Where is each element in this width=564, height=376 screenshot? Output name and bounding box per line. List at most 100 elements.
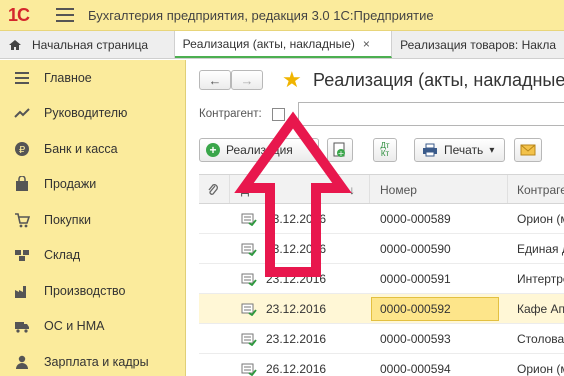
shopping-bag-icon xyxy=(16,176,28,192)
logo-text: 1С xyxy=(8,5,30,25)
sidebar: Главное Руководителю ₽ Банк и касса Прод… xyxy=(0,60,186,376)
column-divider xyxy=(369,175,370,203)
table-row[interactable]: 23.12.2016 0000-000589 Орион (м xyxy=(199,204,564,234)
plus-icon: + xyxy=(206,143,220,157)
factory-icon xyxy=(15,285,26,298)
favorite-star-icon[interactable]: ★ xyxy=(282,69,302,91)
tab-home[interactable]: Начальная страница xyxy=(0,31,175,58)
cell-counterparty: Орион (м xyxy=(517,212,564,226)
app-title: Бухгалтерия предприятия, редакция 3.0 1С… xyxy=(88,7,434,23)
cell-number: 0000-000591 xyxy=(380,272,451,286)
paperclip-icon[interactable] xyxy=(207,183,219,197)
posted-document-icon xyxy=(241,273,257,286)
chevron-down-icon: ▾ xyxy=(489,144,495,156)
sidebar-item-bank[interactable]: ₽ Банк и касса xyxy=(0,131,185,167)
close-icon[interactable]: × xyxy=(363,37,370,51)
arrow-left-icon: ← xyxy=(208,72,222,88)
sidebar-item-label: Продажи xyxy=(44,177,97,192)
table-row[interactable]: 23.12.2016 0000-000591 Интертрей xyxy=(199,264,564,294)
cell-counterparty: Интертрей xyxy=(517,272,564,286)
cell-counterparty: Орион (м xyxy=(517,362,564,376)
sidebar-item-label: ОС и НМА xyxy=(44,319,105,334)
person-icon xyxy=(16,355,28,369)
dt-kt-button[interactable]: Дт Кт xyxy=(373,138,397,162)
arrow-right-icon: → xyxy=(240,72,254,88)
posted-document-icon xyxy=(241,363,257,376)
sidebar-item-main[interactable]: Главное xyxy=(0,60,185,96)
trend-icon xyxy=(14,108,30,118)
sidebar-item-production[interactable]: Производство xyxy=(0,273,185,309)
table-header: Д ↓ Номер Контраген xyxy=(199,174,564,204)
envelope-icon xyxy=(520,144,536,156)
logo-1c-icon: 1С xyxy=(8,5,48,25)
email-button[interactable] xyxy=(514,138,542,162)
sidebar-item-label: Производство xyxy=(44,283,126,298)
sort-desc-icon[interactable]: ↓ xyxy=(349,183,355,197)
cell-counterparty: Единая д xyxy=(517,242,564,256)
column-header-date[interactable]: Д xyxy=(241,183,249,197)
tab-home-label: Начальная страница xyxy=(32,37,149,52)
svg-text:₽: ₽ xyxy=(19,145,26,156)
hamburger-menu-icon[interactable] xyxy=(56,8,74,22)
printer-icon xyxy=(423,143,437,157)
tab-bar: Начальная страница Реализация (акты, нак… xyxy=(0,31,564,59)
create-realization-label: Реализация xyxy=(226,143,293,157)
home-icon xyxy=(9,39,21,50)
menu-list-icon xyxy=(15,71,29,84)
sidebar-item-label: Склад xyxy=(44,248,81,263)
sidebar-item-sales[interactable]: Продажи xyxy=(0,167,185,203)
column-header-number[interactable]: Номер xyxy=(380,183,417,197)
copy-document-icon: + xyxy=(333,142,345,158)
ruble-coin-icon: ₽ xyxy=(15,141,29,156)
table-row-selected[interactable]: 23.12.2016 0000-000592 Кафе Апо xyxy=(199,294,564,324)
sidebar-item-label: Руководителю xyxy=(44,106,128,121)
counterparty-filter-input[interactable] xyxy=(298,102,564,126)
sidebar-item-assets[interactable]: ОС и НМА xyxy=(0,309,185,345)
table-row[interactable]: 23.12.2016 0000-000590 Единая д xyxy=(199,234,564,264)
tab-realization[interactable]: Реализация (акты, накладные) × xyxy=(174,31,393,58)
cell-date: 26.12.2016 xyxy=(266,362,327,376)
cell-number: 0000-000593 xyxy=(380,332,451,346)
print-button[interactable]: Печать ▾ xyxy=(414,138,505,162)
table-row[interactable]: 23.12.2016 0000-000593 Столовая xyxy=(199,324,564,354)
sidebar-item-label: Зарплата и кадры xyxy=(44,354,149,369)
forward-button[interactable]: → xyxy=(231,70,263,90)
table-row[interactable]: 26.12.2016 0000-000594 Орион (м xyxy=(199,354,564,376)
cell-date: 23.12.2016 xyxy=(266,212,327,226)
cell-number: 0000-000589 xyxy=(380,212,451,226)
credit-label: Кт xyxy=(380,149,390,158)
counterparty-filter-checkbox[interactable] xyxy=(272,108,285,121)
main-panel: ← → ★ Реализация (акты, накладные Контра… xyxy=(187,60,564,376)
column-header-counterparty[interactable]: Контраген xyxy=(517,183,564,197)
create-realization-button[interactable]: + Реализация xyxy=(199,138,319,162)
sidebar-item-label: Банк и касса xyxy=(44,141,118,156)
warehouse-icon xyxy=(15,250,29,262)
sidebar-item-warehouse[interactable]: Склад xyxy=(0,238,185,274)
column-divider xyxy=(229,175,230,203)
page-title: Реализация (акты, накладные xyxy=(313,70,564,90)
cell-date: 23.12.2016 xyxy=(266,332,327,346)
print-label: Печать xyxy=(444,143,484,157)
posted-document-icon xyxy=(241,243,257,256)
app-window: 1С Бухгалтерия предприятия, редакция 3.0… xyxy=(0,0,564,376)
cell-counterparty: Кафе Апо xyxy=(517,302,564,316)
copy-document-button[interactable]: + xyxy=(327,138,353,162)
counterparty-filter-label: Контрагент: xyxy=(199,108,262,120)
column-divider xyxy=(507,175,508,203)
svg-text:+: + xyxy=(338,149,345,158)
cell-date: 23.12.2016 xyxy=(266,272,327,286)
tab-realization-goods-label: Реализация товаров: Накла xyxy=(400,37,556,52)
tab-realization-label: Реализация (акты, накладные) xyxy=(182,36,355,51)
sidebar-item-label: Главное xyxy=(44,70,92,85)
cell-number[interactable]: 0000-000592 xyxy=(380,302,451,316)
title-bar: 1С Бухгалтерия предприятия, редакция 3.0… xyxy=(0,0,564,31)
tab-realization-goods[interactable]: Реализация товаров: Накла xyxy=(392,31,564,58)
cell-number: 0000-000594 xyxy=(380,362,451,376)
back-button[interactable]: ← xyxy=(199,70,231,90)
sidebar-item-manager[interactable]: Руководителю xyxy=(0,96,185,132)
sidebar-item-purchases[interactable]: Покупки xyxy=(0,202,185,238)
cell-date: 23.12.2016 xyxy=(266,242,327,256)
posted-document-icon xyxy=(241,333,257,346)
posted-document-icon xyxy=(241,303,257,316)
sidebar-item-salary[interactable]: Зарплата и кадры xyxy=(0,344,185,376)
